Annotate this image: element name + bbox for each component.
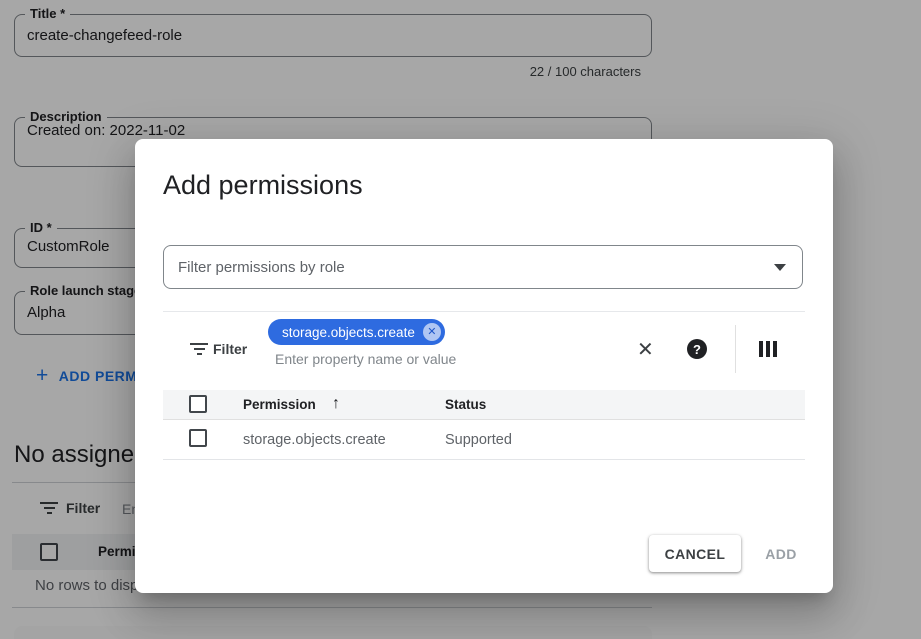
status-column-header[interactable]: Status	[445, 397, 486, 412]
sort-ascending-icon[interactable]: ↑	[332, 396, 340, 412]
select-all-checkbox[interactable]	[189, 395, 207, 413]
table-row-divider	[163, 459, 805, 460]
permission-column-header[interactable]: Permission	[243, 397, 316, 412]
filter-chip-text: storage.objects.create	[282, 325, 415, 340]
toolbar-top-divider	[163, 311, 805, 312]
column-display-options-icon[interactable]	[759, 341, 777, 357]
create-role-page: Title * create-changefeed-role 22 / 100 …	[0, 0, 921, 639]
help-icon[interactable]: ?	[687, 339, 707, 359]
row-checkbox[interactable]	[189, 429, 207, 447]
chevron-down-icon	[774, 264, 786, 271]
role-dropdown-placeholder: Filter permissions by role	[178, 259, 774, 276]
row-status-cell: Supported	[445, 432, 512, 448]
filter-list-icon	[190, 343, 208, 355]
add-permissions-dialog: Add permissions Filter permissions by ro…	[135, 139, 833, 593]
dialog-filter-label: Filter	[213, 341, 247, 357]
table-row[interactable]: storage.objects.create Supported	[163, 420, 805, 459]
dialog-title: Add permissions	[163, 170, 363, 201]
add-button[interactable]: ADD	[741, 535, 821, 572]
filter-chip[interactable]: storage.objects.create ✕	[268, 319, 445, 345]
dialog-filter-input[interactable]: Enter property name or value	[275, 351, 456, 367]
cancel-button[interactable]: CANCEL	[649, 535, 741, 572]
filter-permissions-by-role-dropdown[interactable]: Filter permissions by role	[163, 245, 803, 289]
chip-remove-icon[interactable]: ✕	[423, 323, 441, 341]
toolbar-divider	[735, 325, 736, 373]
row-permission-cell: storage.objects.create	[243, 432, 386, 448]
clear-filters-icon[interactable]: ✕	[637, 340, 654, 360]
